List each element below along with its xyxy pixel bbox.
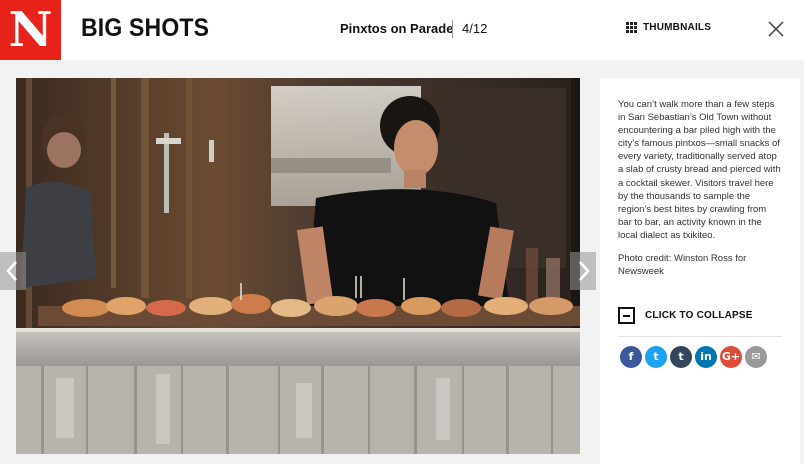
gallery-photo bbox=[16, 78, 580, 454]
divider bbox=[618, 336, 782, 337]
photo-credit: Photo credit: Winston Ross for Newsweek bbox=[618, 253, 747, 278]
header: N BIG SHOTS Pinxtos on Parade 4/12 THUMB… bbox=[0, 0, 804, 60]
collapse-button[interactable]: CLICK TO COLLAPSE bbox=[618, 307, 753, 324]
previous-button[interactable] bbox=[0, 252, 26, 290]
gallery-title: Pinxtos on Parade bbox=[340, 21, 454, 36]
caption-panel: You can’t walk more than a few steps in … bbox=[600, 78, 800, 464]
chevron-right-icon bbox=[579, 261, 590, 281]
title-divider bbox=[452, 20, 453, 38]
tumblr-icon[interactable]: t bbox=[670, 346, 692, 368]
twitter-icon[interactable]: t bbox=[645, 346, 667, 368]
email-icon[interactable]: ✉ bbox=[745, 346, 767, 368]
grid-icon bbox=[626, 22, 637, 33]
facebook-icon[interactable]: f bbox=[620, 346, 642, 368]
linkedin-icon[interactable]: in bbox=[695, 346, 717, 368]
thumbnails-button[interactable]: THUMBNAILS bbox=[626, 22, 711, 33]
thumbnails-label: THUMBNAILS bbox=[643, 22, 712, 33]
section-title: BIG SHOTS bbox=[81, 14, 210, 42]
collapse-label: CLICK TO COLLAPSE bbox=[645, 310, 753, 321]
caption-text: You can’t walk more than a few steps in … bbox=[618, 99, 781, 241]
share-buttons: f t t in G+ ✉ bbox=[620, 346, 767, 368]
minus-icon bbox=[618, 307, 635, 324]
close-icon[interactable] bbox=[766, 19, 786, 39]
googleplus-icon[interactable]: G+ bbox=[720, 346, 742, 368]
newsweek-logo[interactable]: N bbox=[0, 0, 61, 60]
chevron-left-icon bbox=[6, 261, 17, 281]
next-button[interactable] bbox=[570, 252, 596, 290]
pintxos-bar-image bbox=[16, 78, 580, 454]
slide-counter: 4/12 bbox=[462, 21, 488, 36]
